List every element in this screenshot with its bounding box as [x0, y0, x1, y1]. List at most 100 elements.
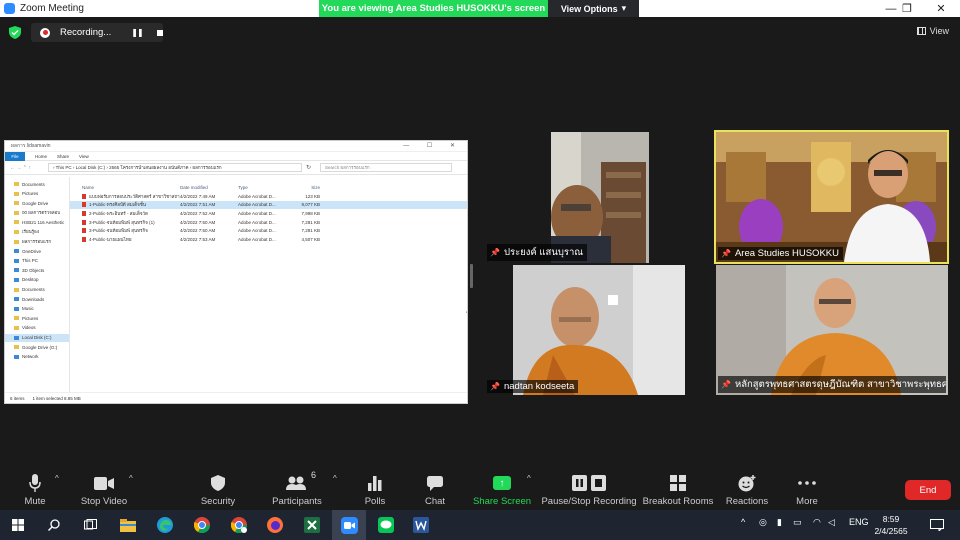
network-status-icon[interactable]: ◎	[759, 517, 767, 528]
taskbar-clock[interactable]: 8:59 2/4/2565	[871, 513, 911, 537]
wifi-icon[interactable]: ◠	[813, 517, 821, 528]
folder-icon	[14, 191, 19, 196]
security-label: Security	[200, 496, 236, 507]
participant-name-label: 📌 หลักสูตรพุทธศาสตรดุษฎีบัณฑิต สาขาวิชาพ…	[718, 376, 946, 393]
file-name-text: 1-Public-ทรงศิลป์ดี สมเด็จชั้น	[89, 202, 146, 208]
more-button[interactable]: More	[762, 472, 852, 507]
file-name-text: 3-Public-จนท้อมพิมพ์ สุนทรกิจ	[89, 228, 148, 234]
explorer-sidebar-item: HSB21 116 Aesthetic	[5, 218, 69, 226]
search-icon[interactable]	[45, 516, 63, 534]
maximize-button[interactable]: ❐	[892, 0, 922, 17]
explorer-file-list: Name Date modified Type Size แบบฟอร์มการ…	[70, 177, 467, 393]
tray-expand-icon[interactable]: ^	[741, 517, 745, 527]
drive-icon	[14, 268, 19, 273]
participants-button[interactable]: 6 Participants	[252, 470, 342, 507]
explorer-search-box: Search ผลการรอบแรก	[320, 163, 452, 172]
sidebar-item-label: Music	[22, 306, 34, 312]
video-tile-2[interactable]: 📌 Area Studies HUSOKKU	[714, 130, 949, 264]
notifications-icon[interactable]	[928, 516, 946, 534]
video-options-caret-icon[interactable]: ^	[129, 474, 133, 483]
excel-icon[interactable]	[303, 516, 321, 534]
polls-icon	[368, 472, 382, 494]
file-date: 4/2/2022 7:52 AM	[180, 210, 216, 216]
recording-indicator: Recording... ❚❚	[31, 23, 163, 42]
folder-icon	[14, 287, 19, 292]
explorer-sidebar-item: Music	[5, 305, 69, 313]
file-row: 3-Public-จนท้อมพิมพ์ สุนทรกิจ (1) 4/2/202…	[70, 218, 467, 227]
file-date: 4/2/2022 7:53 AM	[180, 236, 216, 242]
pause-recording-icon[interactable]: ❚❚	[131, 28, 143, 37]
file-name: 1-Public-ทรงศิลป์ดี สมเด็จชั้น	[70, 201, 180, 208]
explorer-status-bar: 6 items 1 item selected 8.85 MB	[5, 392, 467, 403]
breakout-rooms-icon	[670, 472, 686, 494]
chrome-profile-icon[interactable]	[230, 516, 248, 534]
volume-icon[interactable]: ◁	[828, 517, 835, 528]
file-name: 3-Public-จนท้อมพิมพ์ สุนทรกิจ	[70, 227, 180, 234]
clock-date: 2/4/2565	[874, 526, 908, 536]
view-button[interactable]: View	[916, 26, 949, 36]
explorer-sidebar-item: This PC	[5, 257, 69, 265]
explorer-sidebar-item: Pictures	[5, 190, 69, 198]
pause-stop-recording-icon	[572, 472, 606, 494]
zoom-app-icon	[4, 3, 15, 14]
ribbon-file-tab: File	[5, 151, 25, 161]
windows-start-icon[interactable]	[9, 516, 27, 534]
stop-video-button[interactable]: Stop Video	[59, 472, 149, 507]
shared-screen[interactable]: ผลการ lidsamavin — ☐ ✕ File Home Share V…	[4, 140, 468, 404]
pdf-file-icon	[82, 202, 86, 208]
explorer-sidebar-item: OneDrive	[5, 247, 69, 255]
explorer-sidebar-item: Local Disk (C:)	[5, 333, 69, 342]
file-size: 7,281 KB	[301, 228, 320, 234]
language-indicator[interactable]: ENG	[849, 517, 869, 527]
line-app-icon[interactable]	[377, 516, 395, 534]
sidebar-item-label: Downloads	[22, 296, 45, 302]
share-options-caret-icon[interactable]: ^	[527, 474, 531, 483]
security-button[interactable]: Security	[173, 472, 263, 507]
share-screen-button[interactable]: ↑ Share Screen	[457, 472, 547, 507]
file-explorer-icon[interactable]	[119, 516, 137, 534]
folder-icon	[14, 229, 19, 234]
view-options-button[interactable]: View Options ▾	[548, 0, 639, 17]
task-view-icon[interactable]	[81, 516, 99, 534]
video-tile-4[interactable]: 📌 หลักสูตรพุทธศาสตรดุษฎีบัณฑิต สาขาวิชาพ…	[716, 265, 948, 395]
folder-icon	[14, 220, 19, 225]
participants-icon: 6	[286, 470, 316, 494]
video-tile-1[interactable]: 📌 ประยงค์ แสนบุราณ	[485, 132, 714, 263]
file-list-header: Name Date modified Type Size	[70, 182, 467, 192]
explorer-sidebar-item: เรียนรู้64	[5, 228, 69, 236]
edge-browser-icon[interactable]	[156, 516, 174, 534]
file-type: Adobe Acrobat D...	[238, 210, 276, 216]
firefox-browser-icon[interactable]	[266, 516, 284, 534]
sidebar-item-label: Documents	[22, 287, 45, 293]
end-meeting-button[interactable]: End	[905, 480, 951, 500]
close-button[interactable]: ✕	[926, 0, 956, 17]
participant-name: ประยงค์ แสนบุราณ	[503, 247, 584, 258]
video-tile-3[interactable]: 📌 nadtan kodseeta	[485, 265, 714, 395]
polls-label: Polls	[364, 496, 386, 507]
explorer-sidebar-item: Downloads	[5, 295, 69, 303]
status-item-count: 6 items	[10, 395, 25, 401]
microphone-tray-icon[interactable]: ▮	[777, 517, 782, 528]
chrome-browser-icon[interactable]	[193, 516, 211, 534]
file-type: Adobe Acrobat D...	[238, 193, 276, 199]
file-size: 123 KB	[305, 193, 320, 199]
stop-recording-icon[interactable]	[156, 29, 163, 36]
drive-icon	[14, 258, 19, 263]
file-type: Adobe Acrobat D...	[238, 219, 276, 225]
explorer-sidebar-item: Google Drive	[5, 199, 69, 207]
pause-stop-recording-label: Pause/Stop Recording	[541, 496, 637, 507]
file-size: 9,077 KB	[301, 202, 320, 208]
stop-video-label: Stop Video	[80, 496, 128, 507]
battery-icon[interactable]: ▭	[793, 517, 802, 528]
security-shield-icon[interactable]	[9, 26, 21, 39]
sidebar-item-label: Local Disk (C:)	[22, 335, 52, 340]
explorer-title: ผลการ lidsamavin	[11, 143, 51, 149]
word-icon[interactable]	[412, 516, 430, 534]
microphone-icon	[29, 472, 41, 494]
split-view-handle[interactable]	[470, 264, 473, 288]
folder-icon	[14, 239, 19, 244]
file-row: 1-Public-ทรงศิลป์ดี สมเด็จชั้น 4/2/2022 7…	[70, 200, 467, 210]
column-size: Size	[311, 184, 320, 190]
zoom-app-taskbar-icon[interactable]	[340, 516, 358, 534]
pause-stop-recording-button[interactable]: Pause/Stop Recording	[541, 472, 637, 507]
